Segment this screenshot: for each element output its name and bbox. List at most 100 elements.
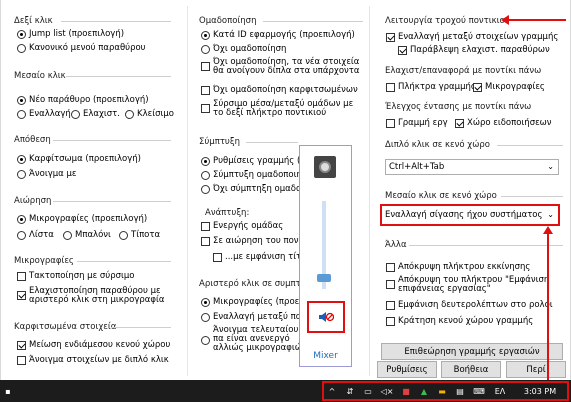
chk-show-seconds[interactable]: Εμφάνιση δευτερολέπτων στο ρολόι [386,300,553,310]
radio-lc-open-last[interactable]: Άνοιγμα τελευταίου πα είναι ανενεργό αλλ… [201,326,311,353]
keyboard-icon[interactable]: ⌨ [472,384,486,398]
radio-no-combine[interactable]: Όχι σύμπτηξη ομαδοπ [201,184,306,194]
radio-bar-settings[interactable]: Ρυθμίσεις γραμμής (π [201,156,305,166]
radio-minimize[interactable]: Ελαχιστ. [71,109,120,119]
chk-reduce-space[interactable]: Μείωση ενδιάμεσου κενού χώρου [17,340,170,350]
pinned-title: Καρφιτσωμένα στοιχεία [14,322,117,332]
chk-bar-buttons[interactable]: Πλήκτρα γραμμής [386,82,476,92]
radio-normal-menu[interactable]: Κανονικό μενού παραθύρου [17,43,146,53]
start-icon[interactable]: ▪ [2,384,14,398]
chk-minimize-thumb[interactable]: Ελαχιστοποίηση παραθύρου με αριστερό κλι… [17,287,167,305]
radio-combine-grouped[interactable]: Σύμπτυξη ομαδοποιημ [201,170,307,180]
volume-slider-thumb[interactable] [317,274,331,282]
checkbox-icon [201,221,210,231]
inspect-taskbar-button[interactable]: Επιθεώρηση γραμμής εργασιών [381,343,563,360]
radio-icon [201,297,210,307]
chk-show-title[interactable]: ...με εμφάνιση τίτλ [213,252,306,262]
radio-close[interactable]: Κλείσιμο [125,109,174,119]
mid-click-dropdown[interactable]: Εναλλαγή σίγασης ήχου συστήματος ⌄ [380,204,560,226]
radio-label: Όχι ομαδοποίηση [213,44,287,54]
settings-window: Δεξί κλικ Jump list (προεπιλογή) Κανονικ… [0,0,571,380]
chk-hide-start[interactable]: Απόκρυψη πλήκτρου εκκίνησης [386,262,530,272]
chk-keep-space[interactable]: Κράτηση κενού χώρου γραμμής [386,316,533,326]
speaker-device-icon [314,156,336,178]
annotation-arrowhead [501,15,509,25]
checkbox-label: Ενεργής ομάδας [213,221,284,231]
radio-lc-switch[interactable]: Εναλλαγή μεταξύ παρ [201,312,307,322]
taskbar: ▪ ^ ⇵ ▭ ◁× ■ ▲ ▬ ▤ ⌨ ΕΛ 3:03 PM [0,380,571,402]
radio-by-app-id[interactable]: Κατά ID εφαρμογής (προεπιλογή) [201,30,355,40]
radio-label: Ελαχιστ. [83,109,120,119]
checkbox-icon [386,262,395,272]
radio-icon [63,230,72,240]
chk-notification-area[interactable]: Χώρο ειδοποιήσεων [455,118,552,128]
chk-skip-minimized[interactable]: Παράβλεψη ελαχιστ. παραθύρων [398,45,550,55]
radio-icon [17,214,26,224]
network-icon[interactable]: ▭ [362,384,374,398]
radio-jump-list[interactable]: Jump list (προεπιλογή) [17,29,124,39]
chk-no-grouping-pinned[interactable]: Όχι ομαδοποίηση καρφιτσωμένων [201,85,358,95]
radio-icon [201,44,210,54]
divider [111,327,171,328]
chk-drag-groups[interactable]: Σύρσιμο μέσα/μεταξύ ομάδων με το δεξί πλ… [201,100,361,118]
usb-icon[interactable]: ⇵ [344,384,356,398]
chk-double-click-open[interactable]: Άνοιγμα στοιχείων με διπλό κλικ [17,355,169,365]
language-indicator[interactable]: ΕΛ [491,384,509,398]
chk-min-thumbnails[interactable]: Μικρογραφίες [473,82,545,92]
radio-label: Κλείσιμο [137,109,174,119]
divider [53,140,171,141]
chk-active-group[interactable]: Ενεργής ομάδας [201,221,283,231]
help-button[interactable]: Βοήθεια [441,361,501,378]
checkbox-icon [398,45,407,55]
radio-no-grouping[interactable]: Όχι ομαδοποίηση [201,44,286,54]
radio-pin[interactable]: Καρφίτσωμα (προεπιλογή) [17,154,141,164]
other-title: Άλλα [385,240,407,250]
checkbox-label: ...με εμφάνιση τίτλ [225,252,307,262]
radio-thumbnails[interactable]: Μικρογραφίες (προεπιλογή) [17,214,147,224]
combine-title: Σύμπτυξη [199,137,240,147]
radio-lc-thumbnails[interactable]: Μικρογραφίες (προεπι [201,297,307,307]
dbl-click-dropdown[interactable]: Ctrl+Alt+Tab ⌄ [385,159,559,175]
drive-icon[interactable]: ▲ [418,384,430,398]
volume-title: Έλεγχος έντασης με ποντίκι πάνω [385,102,532,112]
checkbox-icon [213,252,222,262]
column-left: Δεξί κλικ Jump list (προεπιλογή) Κανονικ… [1,0,176,380]
chk-taskbar[interactable]: Γραμμή εργ [386,118,448,128]
radio-label: Σύμπτυξη ομαδοποιημ [213,170,308,180]
chk-arrange-drag[interactable]: Τακτοποίηση με σύρσιμο [17,271,134,281]
checkbox-icon [201,85,210,95]
chk-no-grouping-new[interactable]: Όχι ομαδοποίηση, τα νέα στοιχεία θα ανοί… [201,58,361,76]
checkbox-icon [386,32,395,42]
chk-hide-show-desktop[interactable]: Απόκρυψη του πλήκτρου "Εμφάνιση επιφάνει… [386,276,558,294]
chk-hover-mouse[interactable]: Σε αιώρηση του ποντικ [201,236,312,246]
mixer-link[interactable]: Mixer [300,351,351,361]
radio-list[interactable]: Λίστα [17,230,54,240]
checkbox-icon [386,280,395,289]
about-button[interactable]: Περί [506,361,566,378]
app-tray-icon[interactable]: ■ [400,384,412,398]
clock[interactable]: 3:03 PM [518,384,562,398]
radio-icon [119,230,128,240]
settings-button[interactable]: Ρυθμίσεις [377,361,437,378]
radio-open-with[interactable]: Άνοιγμα με [17,169,76,179]
radio-nothing[interactable]: Τίποτα [119,230,160,240]
annotation-arrow-wheel [508,19,566,21]
divider [61,21,171,22]
hover-title: Αιώρηση [14,196,52,206]
mute-button[interactable] [307,301,345,333]
radio-new-window[interactable]: Νέο παράθυρο (προεπιλογή) [17,95,149,105]
chk-wheel-switch[interactable]: Εναλλαγή μεταξύ στοιχείων γραμμής [386,32,558,42]
speaker-muted-icon[interactable]: ◁× [380,384,394,398]
action-center-icon[interactable]: ▤ [454,384,466,398]
divider [263,21,363,22]
dropdown-value: Εναλλαγή σίγασης ήχου συστήματος [385,210,543,220]
checkbox-icon [386,316,395,326]
folder-icon[interactable]: ▬ [436,384,448,398]
radio-icon [17,29,26,39]
radio-label: Εναλλαγή μεταξύ παρ [213,312,307,322]
chevron-up-icon[interactable]: ^ [326,384,338,398]
radio-balloon[interactable]: Μπαλόνι [63,230,111,240]
checkbox-icon [386,118,395,128]
drop-title: Απόθεση [14,135,51,145]
radio-switch[interactable]: Εναλλαγή [17,109,71,119]
